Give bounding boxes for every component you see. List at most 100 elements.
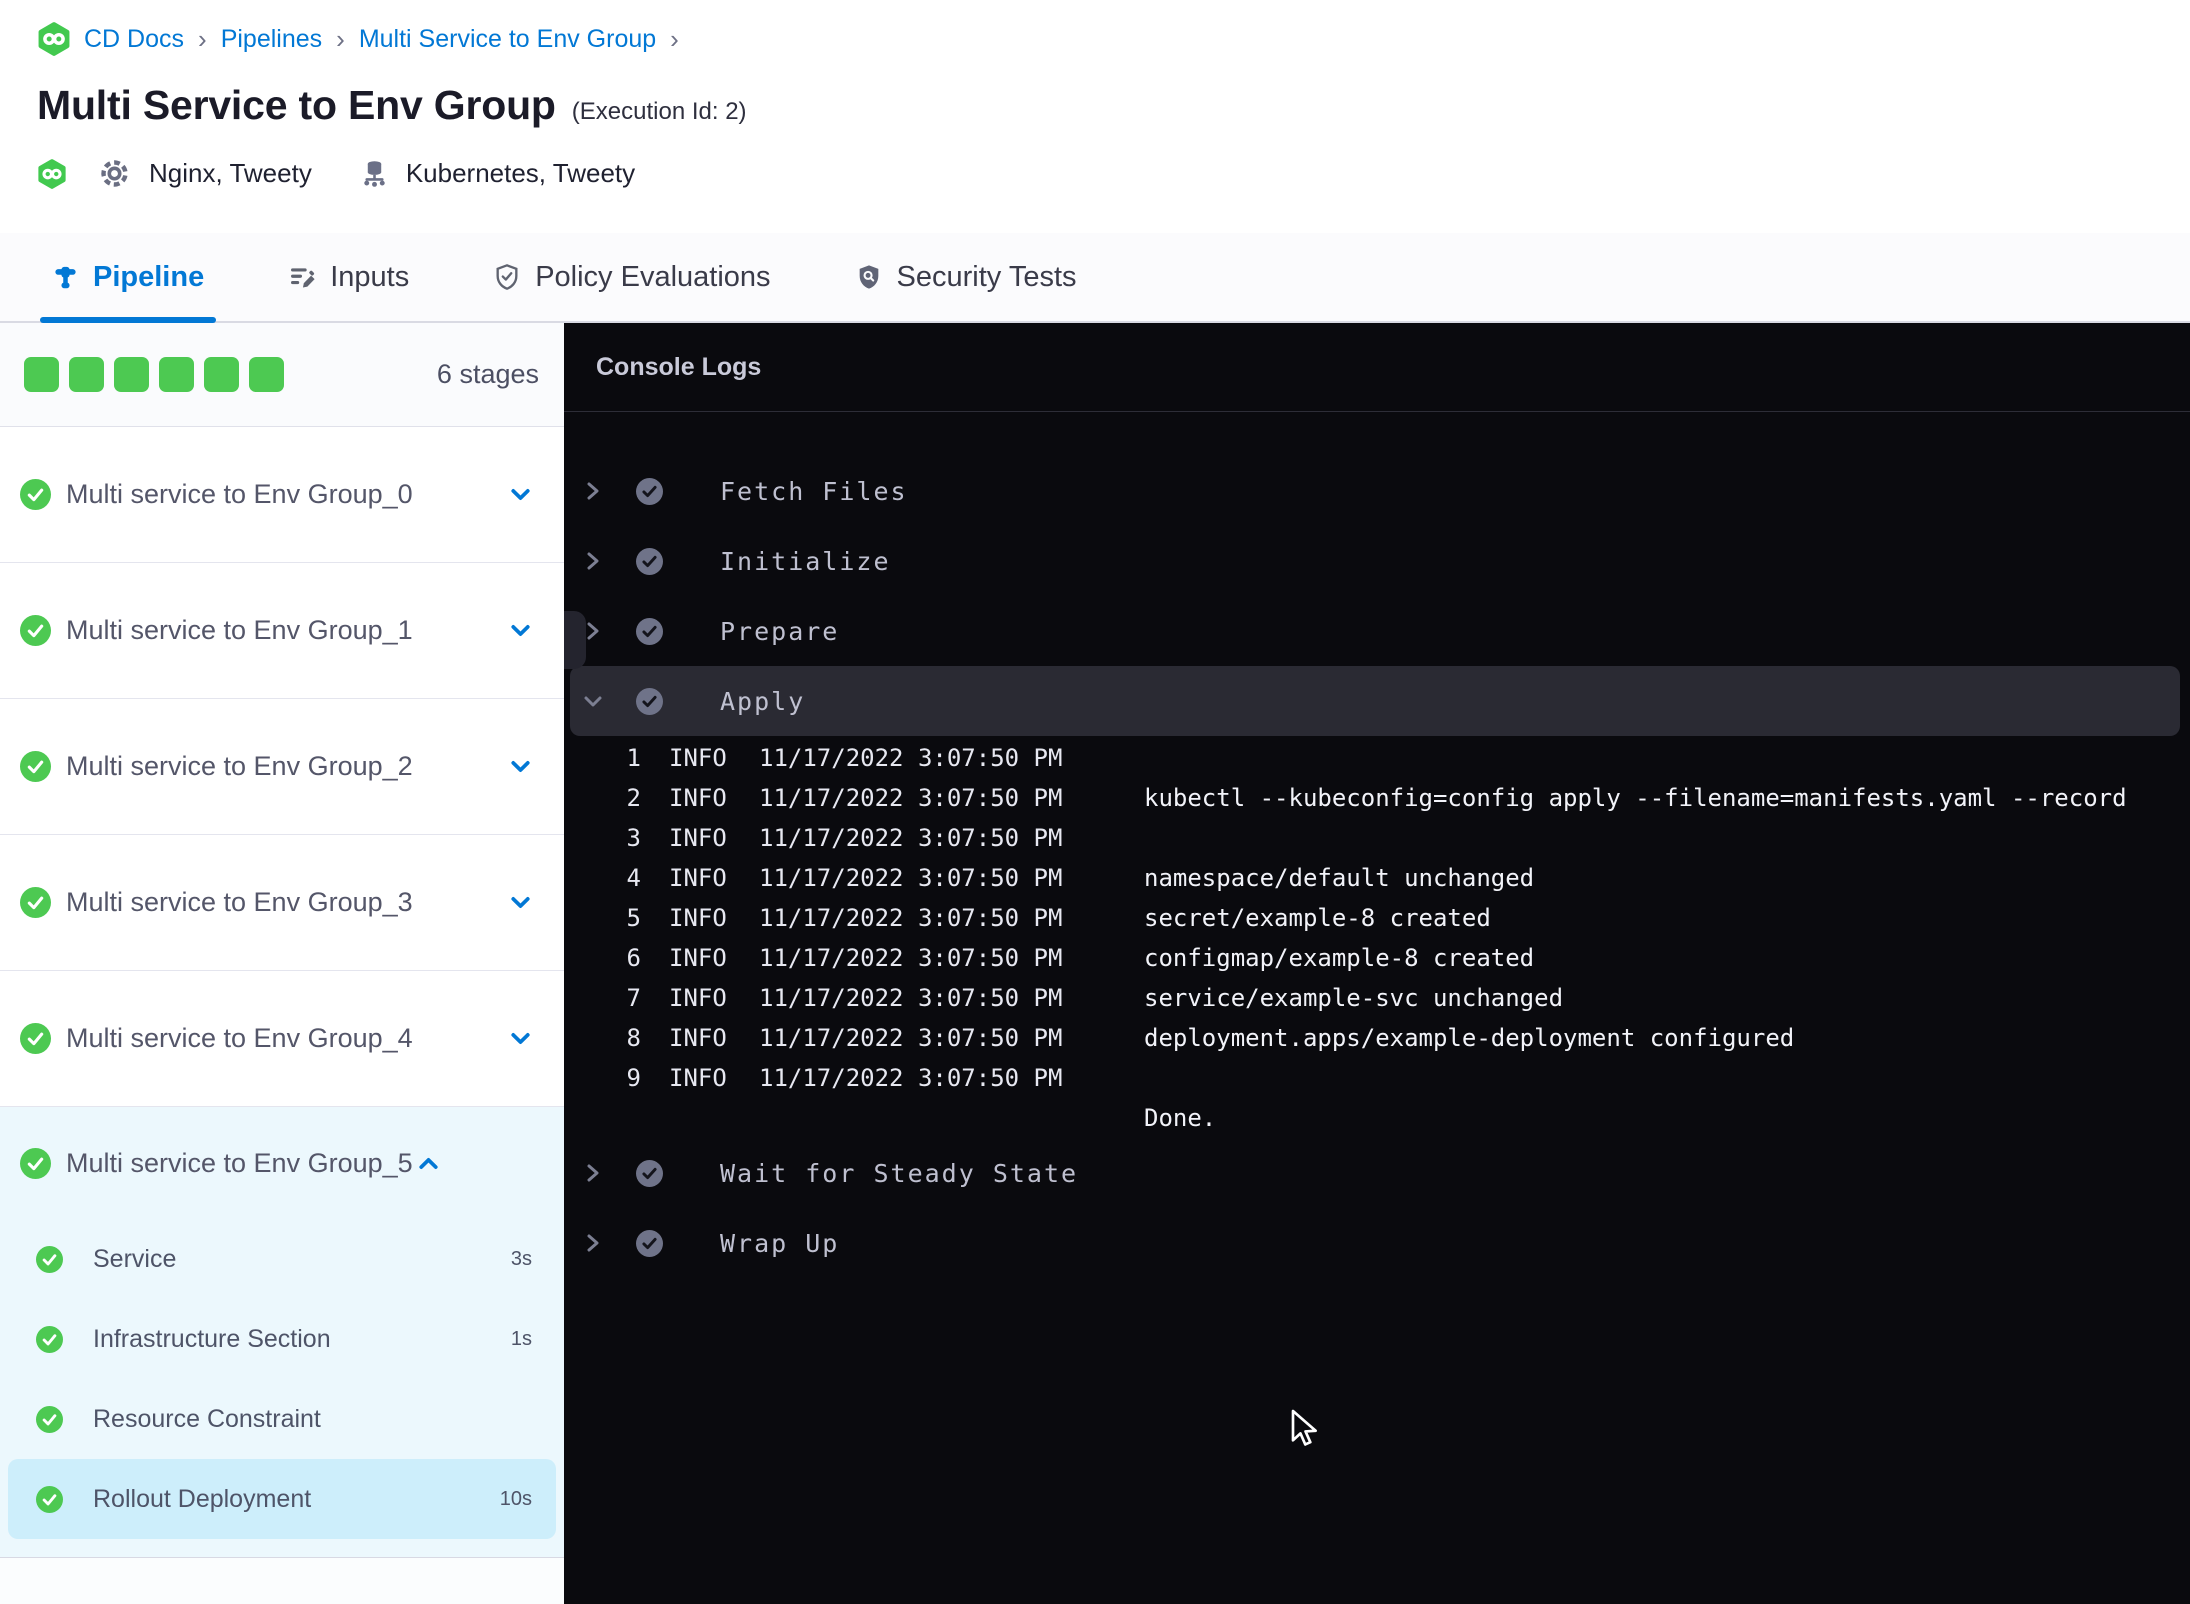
security-shield-icon (855, 263, 883, 291)
stage-row-2[interactable]: Multi service to Env Group_2 (0, 699, 564, 835)
stage-row-1[interactable]: Multi service to Env Group_1 (0, 563, 564, 699)
console-step-apply[interactable]: Apply (570, 666, 2180, 736)
success-check-icon (36, 1405, 63, 1433)
tab-inputs[interactable]: Inputs (276, 233, 421, 321)
chevron-down-icon[interactable] (505, 1023, 536, 1054)
success-check-icon (20, 751, 51, 782)
step-label: Wrap Up (720, 1228, 840, 1258)
log-level: INFO (669, 784, 727, 812)
chevron-down-icon[interactable] (505, 479, 536, 510)
log-line-done: Done. (564, 1098, 2190, 1138)
breadcrumb-item-cd-docs[interactable]: CD Docs (84, 25, 184, 54)
success-check-icon (36, 1325, 63, 1353)
log-level: INFO (669, 984, 727, 1012)
step-label: Wait for Steady State (720, 1158, 1079, 1188)
console-body: Fetch Files Initialize Prepare Apply 1 I… (564, 412, 2190, 1278)
log-timestamp: 11/17/2022 3:07:50 PM (759, 744, 1063, 772)
step-success-check-icon (636, 687, 663, 715)
substep-rollout-deployment[interactable]: Rollout Deployment 10s (8, 1459, 556, 1539)
stage-status-square (204, 357, 239, 392)
stages-summary-bar: 6 stages (0, 323, 564, 427)
step-success-check-icon (636, 617, 663, 645)
substep-infrastructure[interactable]: Infrastructure Section 1s (0, 1299, 564, 1379)
chevron-up-icon[interactable] (413, 1148, 444, 1179)
step-label: Fetch Files (720, 476, 908, 506)
substep-duration: 3s (510, 1247, 532, 1270)
breadcrumb-item-pipeline-name[interactable]: Multi Service to Env Group (359, 25, 656, 54)
step-success-check-icon (636, 1229, 663, 1257)
stage-row-0[interactable]: Multi service to Env Group_0 (0, 427, 564, 563)
log-line: 4 INFO 11/17/2022 3:07:50 PM namespace/d… (564, 858, 2190, 898)
chevron-down-icon[interactable] (505, 615, 536, 646)
console-title: Console Logs (596, 352, 762, 381)
breadcrumb: CD Docs › Pipelines › Multi Service to E… (37, 0, 2190, 56)
console-logs-panel: Console Logs Fetch Files Initialize Prep… (564, 323, 2190, 1604)
stage-row-5[interactable]: Multi service to Env Group_5 (0, 1107, 564, 1219)
log-message: service/example-svc unchanged (1144, 984, 1564, 1012)
stage-expanded-section: Multi service to Env Group_5 Service 3s … (0, 1107, 564, 1558)
substep-label: Service (93, 1244, 177, 1273)
step-label: Apply (720, 686, 806, 716)
log-line: 6 INFO 11/17/2022 3:07:50 PM configmap/e… (564, 938, 2190, 978)
log-timestamp: 11/17/2022 3:07:50 PM (759, 984, 1063, 1012)
console-step-wait-for-steady-state[interactable]: Wait for Steady State (564, 1138, 2190, 1208)
step-label: Initialize (720, 546, 891, 576)
chevron-down-icon[interactable] (505, 887, 536, 918)
console-step-initialize[interactable]: Initialize (564, 526, 2190, 596)
step-success-check-icon (636, 1159, 663, 1187)
stage-row-3[interactable]: Multi service to Env Group_3 (0, 835, 564, 971)
log-line: 5 INFO 11/17/2022 3:07:50 PM secret/exam… (564, 898, 2190, 938)
log-line: 7 INFO 11/17/2022 3:07:50 PM service/exa… (564, 978, 2190, 1018)
harness-cd-logo-icon (37, 22, 71, 56)
substep-resource-constraint[interactable]: Resource Constraint (0, 1379, 564, 1459)
breadcrumb-separator: › (670, 23, 679, 54)
success-check-icon (20, 1023, 51, 1054)
log-line-number: 9 (626, 1064, 641, 1092)
success-check-icon (20, 479, 51, 510)
tab-pipeline-label: Pipeline (93, 260, 205, 293)
stage-status-square (114, 357, 149, 392)
success-check-icon (36, 1485, 63, 1513)
substep-label: Infrastructure Section (93, 1324, 331, 1353)
stage-label: Multi service to Env Group_2 (66, 751, 413, 781)
console-step-prepare[interactable]: Prepare (564, 596, 2190, 666)
stage-label: Multi service to Env Group_5 (66, 1147, 413, 1178)
stage-row-4[interactable]: Multi service to Env Group_4 (0, 971, 564, 1107)
stage-label: Multi service to Env Group_3 (66, 887, 413, 917)
tab-security-tests-label: Security Tests (896, 260, 1077, 293)
chevron-down-icon[interactable] (505, 751, 536, 782)
stage-status-squares (24, 357, 284, 392)
policy-shield-icon (493, 263, 521, 291)
log-level: INFO (669, 1064, 727, 1092)
chevron-down-icon (582, 690, 604, 712)
substep-service[interactable]: Service 3s (0, 1219, 564, 1299)
log-line: 2 INFO 11/17/2022 3:07:50 PM kubectl --k… (564, 778, 2190, 818)
main-content: 6 stages Multi service to Env Group_0 Mu… (0, 323, 2190, 1604)
log-level: INFO (669, 1024, 727, 1052)
tab-policy-evaluations[interactable]: Policy Evaluations (481, 233, 782, 321)
tab-security-tests[interactable]: Security Tests (843, 233, 1089, 321)
success-check-icon (36, 1245, 63, 1273)
tab-pipeline[interactable]: Pipeline (40, 233, 217, 323)
log-timestamp: 11/17/2022 3:07:50 PM (759, 904, 1063, 932)
log-message: configmap/example-8 created (1144, 944, 1535, 972)
breadcrumb-separator: › (198, 23, 207, 54)
log-message: deployment.apps/example-deployment confi… (1144, 1024, 1795, 1052)
stage-status-square (159, 357, 194, 392)
chevron-right-icon (582, 1232, 604, 1254)
stage-status-square (249, 357, 284, 392)
panel-resize-handle[interactable] (564, 611, 586, 669)
tab-bar: Pipeline Inputs Policy Evaluations Secur… (0, 233, 2190, 323)
breadcrumb-item-pipelines[interactable]: Pipelines (221, 25, 322, 54)
log-level: INFO (669, 824, 727, 852)
log-message: namespace/default unchanged (1144, 864, 1535, 892)
log-level: INFO (669, 904, 727, 932)
stage-label: Multi service to Env Group_4 (66, 1023, 413, 1053)
pipeline-execution-page: CD Docs › Pipelines › Multi Service to E… (0, 0, 2190, 1604)
tab-policy-evaluations-label: Policy Evaluations (535, 260, 771, 293)
console-step-fetch-files[interactable]: Fetch Files (564, 456, 2190, 526)
console-step-wrap-up[interactable]: Wrap Up (564, 1208, 2190, 1278)
log-line: 9 INFO 11/17/2022 3:07:50 PM (564, 1058, 2190, 1098)
log-line-number: 6 (626, 944, 641, 972)
title-row: Multi Service to Env Group (Execution Id… (37, 82, 2190, 129)
